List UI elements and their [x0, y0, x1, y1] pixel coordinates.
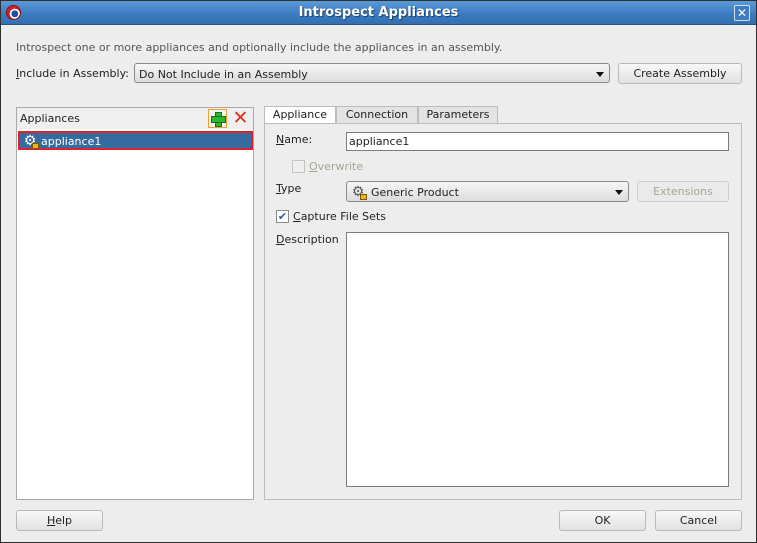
type-select-value: Generic Product	[371, 186, 459, 199]
mnemonic: H	[46, 514, 56, 527]
title-bar[interactable]: Introspect Appliances ✕	[1, 1, 756, 25]
chevron-down-icon	[596, 72, 604, 77]
label-text: apture File Sets	[300, 210, 386, 223]
capture-file-sets-checkbox[interactable]: ✔	[276, 210, 289, 223]
chevron-down-icon	[615, 190, 623, 195]
cancel-button[interactable]: Cancel	[655, 510, 742, 531]
mnemonic: N	[276, 133, 285, 146]
appliance-badge	[32, 143, 39, 149]
appliance-tab-panel: Name: appliance1 Overwrite Type ⚙ Generi…	[264, 123, 742, 500]
label-text: ame:	[284, 133, 313, 146]
remove-appliance-button[interactable]: ✕	[231, 109, 250, 128]
appliance-label: appliance1	[41, 135, 102, 148]
help-button[interactable]: Help	[16, 510, 103, 531]
appliances-panel: Appliances ✕ ⚙ appliance1	[16, 107, 254, 500]
description-label: Description	[276, 233, 339, 246]
extensions-button[interactable]: Extensions	[637, 181, 729, 202]
name-input[interactable]: appliance1	[346, 132, 729, 151]
overwrite-checkbox[interactable]	[292, 160, 305, 173]
name-input-value: appliance1	[349, 135, 410, 148]
assembly-select[interactable]: Do Not Include in an Assembly	[134, 63, 610, 83]
overwrite-label: Overwrite	[309, 160, 363, 173]
window-title: Introspect Appliances	[298, 5, 459, 20]
tab-connection[interactable]: Connection	[336, 106, 418, 124]
appliance-icon: ⚙	[22, 133, 39, 149]
generic-product-icon: ⚙	[350, 184, 367, 200]
label-text: ype	[281, 182, 302, 195]
add-appliance-button[interactable]	[208, 109, 227, 128]
product-badge	[360, 194, 367, 200]
intro-text: Introspect one or more appliances and op…	[16, 41, 503, 54]
create-assembly-button[interactable]: Create Assembly	[618, 63, 742, 84]
include-in-assembly-label: Include in Assembly:	[16, 67, 129, 80]
label-text: nclude in Assembly:	[19, 67, 129, 80]
appliance-list-item[interactable]: ⚙ appliance1	[18, 131, 253, 150]
appliances-header: Appliances ✕	[17, 108, 253, 129]
appliances-heading: Appliances	[20, 112, 80, 125]
name-label: Name:	[276, 133, 312, 146]
description-textarea[interactable]	[346, 232, 729, 487]
label-text: escription	[284, 233, 339, 246]
type-select[interactable]: ⚙ Generic Product	[346, 181, 629, 202]
ok-button[interactable]: OK	[559, 510, 646, 531]
mnemonic: C	[293, 210, 301, 223]
mnemonic: O	[309, 160, 318, 173]
capture-file-sets-label: Capture File Sets	[293, 210, 386, 223]
assembly-select-value: Do Not Include in an Assembly	[139, 68, 308, 81]
label-text: verwrite	[317, 160, 364, 173]
label-text: elp	[55, 514, 73, 527]
type-label: Type	[276, 182, 301, 195]
introspect-appliances-dialog: Introspect Appliances ✕ Introspect one o…	[0, 0, 757, 543]
tab-parameters[interactable]: Parameters	[418, 106, 498, 124]
close-button[interactable]: ✕	[734, 5, 750, 21]
